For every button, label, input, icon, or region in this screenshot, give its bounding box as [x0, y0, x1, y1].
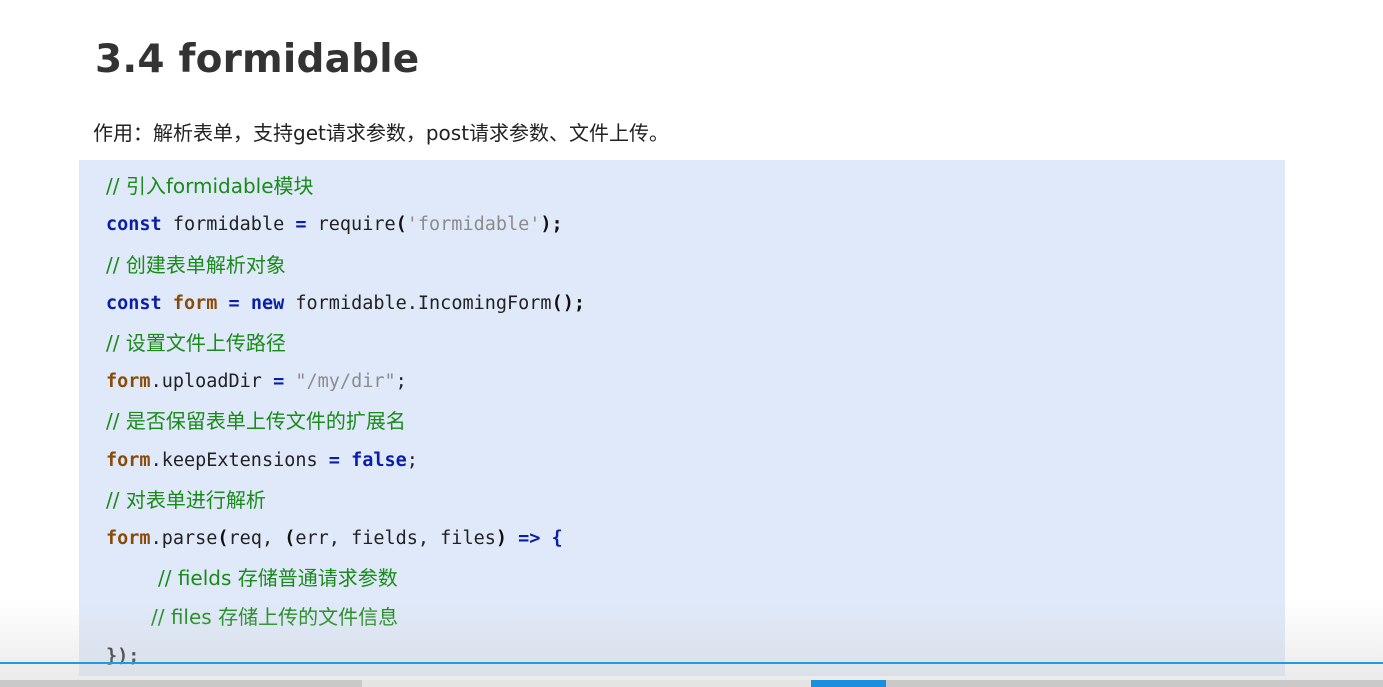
- operator-equals: =: [295, 214, 307, 235]
- code-text: req,: [228, 528, 285, 549]
- operator-equals: =: [273, 371, 285, 392]
- operator-equals: =: [328, 450, 340, 471]
- code-block: // 引入formidable模块 const formidable = req…: [79, 160, 1285, 676]
- code-text: err, fields, files: [295, 528, 496, 549]
- code-comment-parse: // 对表单进行解析: [106, 488, 266, 512]
- code-comment-create: // 创建表单解析对象: [106, 253, 286, 277]
- paren: );: [540, 214, 563, 235]
- operator-equals: =: [228, 293, 240, 314]
- code-comment-upload-dir: // 设置文件上传路径: [106, 331, 286, 355]
- code-line-close: });: [106, 646, 140, 667]
- code-text: .parse: [150, 528, 218, 549]
- player-timeline[interactable]: [0, 662, 1383, 664]
- code-line-require: const formidable = require('formidable')…: [106, 210, 563, 240]
- semicolon: ;: [406, 450, 418, 471]
- code-comment-fields: // fields 存储普通请求参数: [158, 566, 398, 590]
- code-line-new-form: const form = new formidable.IncomingForm…: [106, 289, 585, 319]
- variable-form: form: [106, 528, 151, 549]
- paren: (: [217, 528, 229, 549]
- string-literal: 'formidable': [406, 214, 541, 235]
- semicolon: ;: [395, 371, 407, 392]
- page-title: 3.4 formidable: [95, 37, 420, 82]
- variable-form: form: [172, 293, 218, 314]
- slide-page: 3.4 formidable 作用：解析表单，支持get请求参数，post请求参…: [0, 0, 1383, 687]
- keyword-false: false: [351, 450, 407, 471]
- paren: ): [495, 528, 507, 549]
- code-text: require: [306, 214, 396, 235]
- description-text: 作用：解析表单，支持get请求参数，post请求参数、文件上传。: [93, 121, 670, 145]
- keyword-const: const: [106, 214, 162, 235]
- variable-form: form: [106, 371, 151, 392]
- paren: (: [284, 528, 296, 549]
- code-line-upload-dir: form.uploadDir = "/my/dir";: [106, 367, 407, 397]
- code-line-parse: form.parse(req, (err, fields, files) => …: [106, 524, 563, 554]
- code-text: .uploadDir: [150, 371, 274, 392]
- code-comment-import: // 引入formidable模块: [106, 174, 314, 198]
- keyword-new: new: [250, 293, 285, 314]
- code-comment-keep-ext: // 是否保留表单上传文件的扩展名: [106, 409, 406, 433]
- variable-form: form: [106, 450, 151, 471]
- code-text: formidable.IncomingForm: [284, 293, 552, 314]
- keyword-const: const: [106, 293, 162, 314]
- code-text: .keepExtensions: [150, 450, 329, 471]
- paren: ();: [551, 293, 585, 314]
- code-text: formidable: [161, 214, 296, 235]
- player-scrollbar-thumb[interactable]: [362, 680, 811, 687]
- paren: (: [395, 214, 407, 235]
- player-progress-marker[interactable]: [811, 680, 886, 687]
- code-comment-files: // files 存储上传的文件信息: [151, 605, 399, 629]
- arrow-operator: => {: [507, 528, 563, 549]
- code-line-keep-ext: form.keepExtensions = false;: [106, 446, 418, 476]
- string-literal: "/my/dir": [295, 371, 396, 392]
